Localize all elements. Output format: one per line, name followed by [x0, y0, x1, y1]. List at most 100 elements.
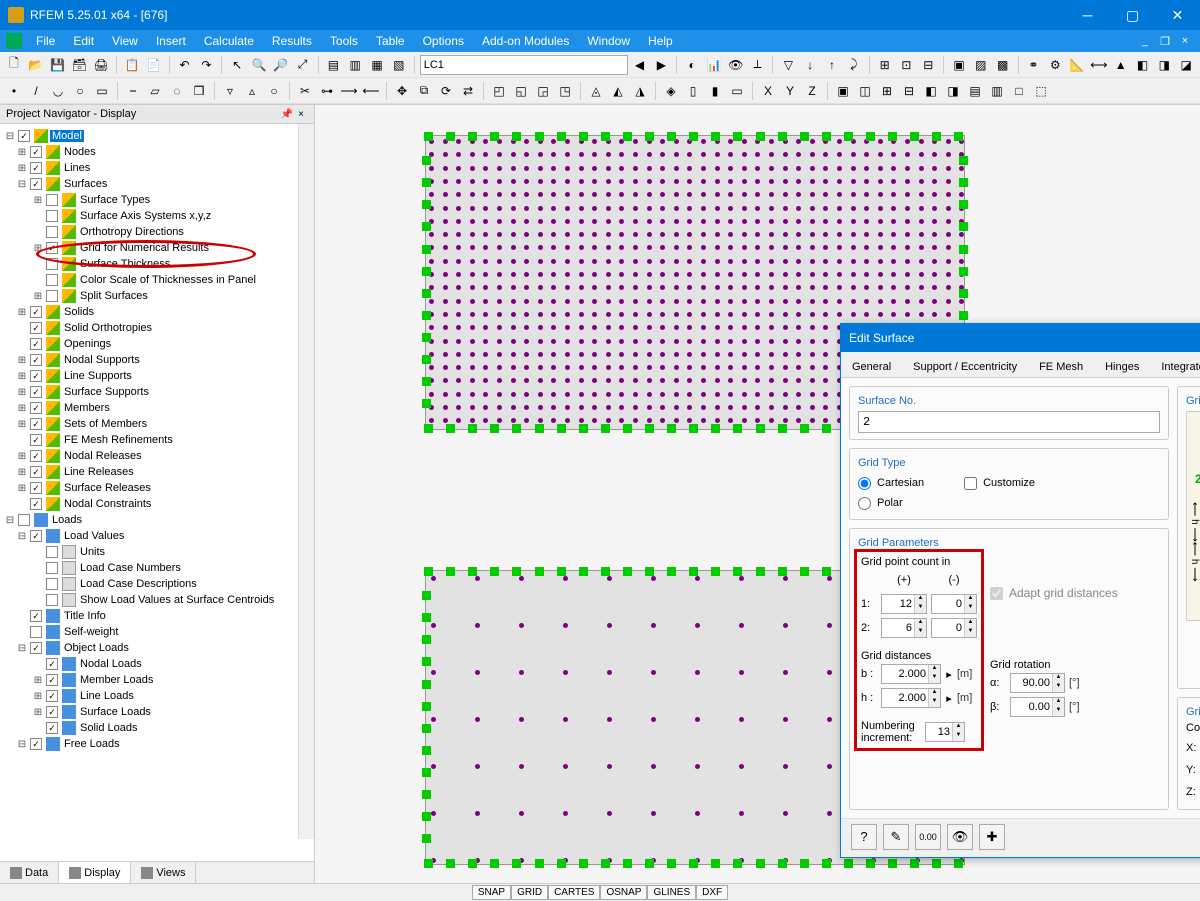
tree-item[interactable]: Load Case Numbers — [0, 560, 314, 576]
model1-icon[interactable]: ▣ — [949, 55, 969, 75]
copy2-icon[interactable]: ⧉ — [414, 81, 434, 101]
expand-icon[interactable]: ⊞ — [32, 195, 44, 206]
menu-options[interactable]: Options — [415, 32, 472, 50]
result-1-icon[interactable]: ◐ — [682, 55, 702, 75]
dim-icon[interactable]: ⟷ — [1089, 55, 1109, 75]
opening-icon[interactable]: ◌ — [167, 81, 187, 101]
expand-icon[interactable]: ⊞ — [16, 387, 28, 398]
x1-icon[interactable]: X — [758, 81, 778, 101]
expand-icon[interactable]: ⊞ — [16, 451, 28, 462]
menu-file[interactable]: File — [28, 32, 63, 50]
checkbox[interactable] — [18, 130, 30, 142]
tree-item[interactable]: ⊞Lines — [0, 160, 314, 176]
checkbox[interactable] — [46, 706, 58, 718]
expand-icon[interactable]: ⊟ — [4, 515, 16, 526]
extra7-icon[interactable]: ▤ — [965, 81, 985, 101]
expand-icon[interactable]: ⊟ — [16, 643, 28, 654]
saveall-icon[interactable]: 🗃 — [69, 55, 89, 75]
measure-icon[interactable]: 📐 — [1067, 55, 1087, 75]
tree-item[interactable]: Show Load Values at Surface Centroids — [0, 592, 314, 608]
checkbox[interactable] — [30, 338, 42, 350]
tree-item[interactable]: Solid Loads — [0, 720, 314, 736]
expand-icon[interactable]: ⊞ — [16, 307, 28, 318]
checkbox[interactable] — [46, 578, 58, 590]
tab-general[interactable]: General — [841, 356, 902, 377]
tab-display[interactable]: Display — [59, 862, 131, 883]
checkbox[interactable] — [30, 738, 42, 750]
expand-icon[interactable]: ⊞ — [32, 691, 44, 702]
minimize-button[interactable]: ─ — [1065, 0, 1110, 30]
tree-item[interactable]: ⊟Object Loads — [0, 640, 314, 656]
extra10-icon[interactable]: ⬚ — [1031, 81, 1051, 101]
checkbox[interactable] — [30, 466, 42, 478]
menu-calculate[interactable]: Calculate — [196, 32, 262, 50]
tree-item[interactable]: ⊟Model — [0, 128, 314, 144]
solid-icon[interactable]: ◧ — [1133, 55, 1153, 75]
surface-no-input[interactable] — [858, 411, 1160, 433]
tree-item[interactable]: Units — [0, 544, 314, 560]
copy-icon[interactable]: 📄 — [144, 55, 164, 75]
tree-item[interactable]: ⊞Sets of Members — [0, 416, 314, 432]
move-icon[interactable]: ✥ — [392, 81, 412, 101]
checkbox[interactable] — [46, 658, 58, 670]
extra6-icon[interactable]: ◨ — [943, 81, 963, 101]
force-icon[interactable]: ↓ — [800, 55, 820, 75]
help-icon[interactable]: ? — [851, 824, 877, 850]
expand-icon[interactable]: ⊞ — [16, 355, 28, 366]
tree-item[interactable]: ⊟Free Loads — [0, 736, 314, 752]
tree-item[interactable]: Surface Axis Systems x,y,z — [0, 208, 314, 224]
checkbox[interactable] — [30, 370, 42, 382]
checkbox[interactable] — [46, 274, 58, 286]
checkbox[interactable] — [46, 690, 58, 702]
node-icon[interactable]: • — [4, 81, 24, 101]
tree-item[interactable]: Orthotropy Directions — [0, 224, 314, 240]
proj2-icon[interactable]: ◱ — [511, 81, 531, 101]
zoom-window-icon[interactable]: 🔎 — [271, 55, 291, 75]
expand-icon[interactable]: ⊟ — [16, 531, 28, 542]
check-customize[interactable] — [964, 477, 977, 490]
tree-item[interactable]: Openings — [0, 336, 314, 352]
proj1-icon[interactable]: ◰ — [489, 81, 509, 101]
side-icon[interactable]: ▮ — [705, 81, 725, 101]
z1-icon[interactable]: Z — [802, 81, 822, 101]
tree-item[interactable]: Self-weight — [0, 624, 314, 640]
extend-icon[interactable]: ⟶ — [339, 81, 359, 101]
proj4-icon[interactable]: ◳ — [555, 81, 575, 101]
y1-icon[interactable]: Y — [780, 81, 800, 101]
pick2-icon[interactable]: ✚ — [979, 824, 1005, 850]
expand-icon[interactable]: ⊞ — [16, 467, 28, 478]
tree-item[interactable]: ⊞Member Loads — [0, 672, 314, 688]
expand-icon[interactable]: ⊞ — [16, 147, 28, 158]
surface-new-icon[interactable]: ▱ — [145, 81, 165, 101]
checkbox[interactable] — [30, 626, 42, 638]
mdi-restore[interactable]: ❐ — [1156, 35, 1174, 48]
menu-tools[interactable]: Tools — [322, 32, 366, 50]
menu-view[interactable]: View — [104, 32, 146, 50]
window-icon[interactable]: ▦ — [367, 55, 387, 75]
checkbox[interactable] — [46, 242, 58, 254]
loadcase-combo[interactable] — [420, 55, 628, 75]
top-icon[interactable]: ▭ — [727, 81, 747, 101]
expand-icon[interactable]: ⊟ — [16, 739, 28, 750]
trim-icon[interactable]: ⟵ — [361, 81, 381, 101]
checkbox[interactable] — [46, 722, 58, 734]
paste-icon[interactable]: 📋 — [122, 55, 142, 75]
line-icon[interactable]: / — [26, 81, 46, 101]
transp-icon[interactable]: ◪ — [1176, 55, 1196, 75]
expand-icon[interactable]: ⊞ — [32, 291, 44, 302]
navigator-close-icon[interactable]: × — [294, 109, 308, 120]
checkbox[interactable] — [30, 610, 42, 622]
preview-icon[interactable]: 👁 — [947, 824, 973, 850]
viewport[interactable]: Edit Surface ✕ General Support / Eccentr… — [315, 105, 1200, 883]
proj3-icon[interactable]: ◲ — [533, 81, 553, 101]
checkbox[interactable] — [46, 562, 58, 574]
checkbox[interactable] — [30, 498, 42, 510]
menu-addons[interactable]: Add-on Modules — [474, 32, 577, 50]
menu-results[interactable]: Results — [264, 32, 320, 50]
tables-icon[interactable]: ▤ — [324, 55, 344, 75]
tree-item[interactable]: Title Info — [0, 608, 314, 624]
extra5-icon[interactable]: ◧ — [921, 81, 941, 101]
tab-hinges[interactable]: Hinges — [1094, 356, 1150, 377]
checkbox[interactable] — [30, 450, 42, 462]
pick-icon[interactable]: ↖ — [227, 55, 247, 75]
